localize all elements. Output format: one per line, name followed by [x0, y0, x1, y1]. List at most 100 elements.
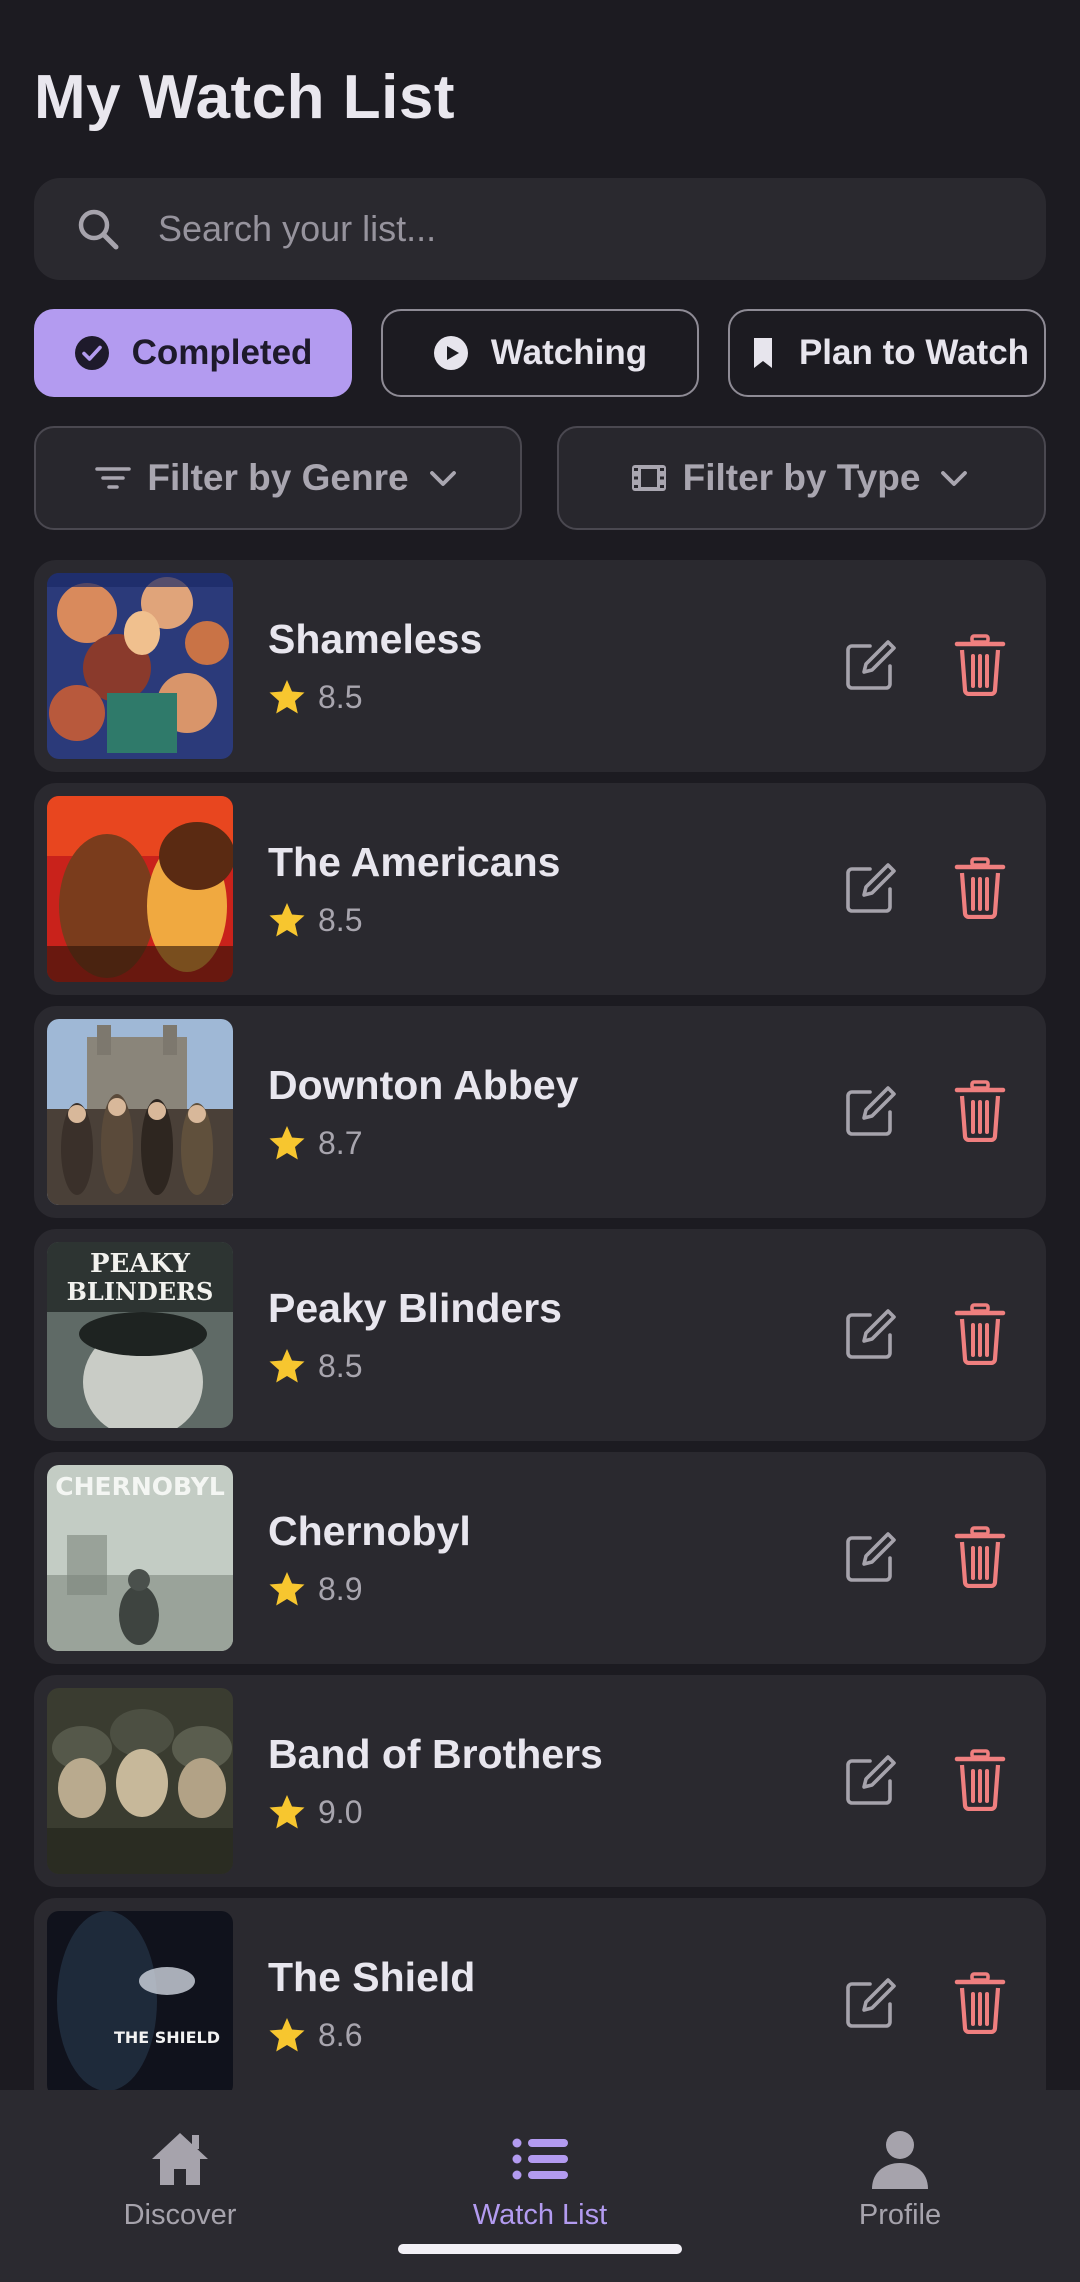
list-item[interactable]: Shameless 8.5 — [34, 560, 1046, 772]
item-title: Shameless — [268, 616, 483, 662]
rating-value: 8.5 — [318, 678, 363, 715]
star-icon — [269, 1349, 305, 1383]
list-item[interactable]: THE SHIELD The Shield 8.6 — [34, 1898, 1046, 2090]
watching-chip[interactable]: Watching — [381, 309, 699, 397]
list-item[interactable]: The Americans 8.5 — [34, 783, 1046, 995]
status-filter-row: Completed Watching Plan to Watch — [34, 309, 1046, 397]
item-rating: 8.5 — [268, 1347, 362, 1385]
rating-value: 8.5 — [318, 901, 363, 938]
plan-to-watch-chip-label: Plan to Watch — [798, 333, 1030, 372]
shield-title: THE SHIELD — [114, 2028, 220, 2047]
peaky-blinders-poster: PEAKY BLINDERS — [47, 1242, 233, 1428]
edit-icon[interactable] — [840, 1974, 900, 2034]
item-title: Band of Brothers — [268, 1731, 603, 1777]
item-title: Downton Abbey — [268, 1062, 579, 1108]
nav-profile-label: Profile — [858, 2198, 942, 2231]
trash-icon[interactable] — [954, 634, 1006, 696]
edit-icon[interactable] — [840, 636, 900, 696]
shameless-poster — [47, 573, 233, 759]
person-icon — [872, 2130, 928, 2189]
item-title: The Shield — [268, 1954, 476, 2000]
nav-watch-list-label: Watch List — [472, 2198, 608, 2231]
item-title: Chernobyl — [268, 1508, 471, 1554]
chevron-down-icon — [941, 471, 968, 486]
trash-icon[interactable] — [954, 1526, 1006, 1588]
search-icon — [78, 209, 119, 250]
peaky-title-line2: BLINDERS — [67, 1277, 214, 1306]
list-icon — [512, 2138, 568, 2179]
list-item[interactable]: Band of Brothers 9.0 — [34, 1675, 1046, 1887]
poster-image: THE SHIELD — [47, 1911, 233, 2090]
rating-value: 8.7 — [318, 1124, 363, 1161]
search-input[interactable] — [158, 194, 1046, 264]
trash-icon[interactable] — [954, 1972, 1006, 2034]
watching-chip-label: Watching — [490, 333, 648, 372]
type-filter-label: Filter by Type — [682, 457, 921, 498]
trash-icon[interactable] — [954, 1303, 1006, 1365]
trash-icon[interactable] — [954, 1749, 1006, 1811]
list-item[interactable]: CHERNOBYL Chernobyl 8.9 — [34, 1452, 1046, 1664]
completed-chip-label: Completed — [131, 333, 313, 372]
star-icon — [269, 2018, 305, 2052]
poster-image: CHERNOBYL — [47, 1465, 233, 1651]
list-item[interactable]: Downton Abbey 8.7 — [34, 1006, 1046, 1218]
downton-abbey-poster — [47, 1019, 233, 1205]
bookmark-icon — [753, 338, 772, 368]
item-rating: 8.5 — [268, 678, 362, 716]
trash-icon[interactable] — [954, 857, 1006, 919]
item-rating: 9.0 — [268, 1793, 362, 1831]
nav-profile[interactable]: Profile — [720, 2090, 1080, 2250]
chernobyl-title: CHERNOBYL — [55, 1472, 225, 1501]
nav-discover[interactable]: Discover — [0, 2090, 360, 2250]
film-icon — [631, 465, 666, 491]
item-rating: 8.5 — [268, 901, 362, 939]
poster-image — [47, 796, 233, 982]
edit-icon[interactable] — [840, 859, 900, 919]
poster-image — [47, 1019, 233, 1205]
edit-icon[interactable] — [840, 1528, 900, 1588]
item-rating: 8.9 — [268, 1570, 362, 1608]
genre-filter-dropdown[interactable]: Filter by Genre — [34, 426, 522, 530]
trash-icon[interactable] — [954, 1080, 1006, 1142]
poster-image: PEAKY BLINDERS — [47, 1242, 233, 1428]
star-icon — [269, 680, 305, 714]
star-icon — [269, 1572, 305, 1606]
star-icon — [269, 1126, 305, 1160]
type-filter-dropdown[interactable]: Filter by Type — [557, 426, 1046, 530]
check-circle-icon — [74, 336, 109, 370]
star-icon — [269, 1795, 305, 1829]
poster-image — [47, 573, 233, 759]
edit-icon[interactable] — [840, 1751, 900, 1811]
list-item[interactable]: PEAKY BLINDERS Peaky Blinders 8.5 — [34, 1229, 1046, 1441]
home-indicator — [398, 2244, 682, 2254]
chernobyl-poster: CHERNOBYL — [47, 1465, 233, 1651]
nav-watch-list[interactable]: Watch List — [360, 2090, 720, 2250]
rating-value: 8.9 — [318, 1570, 363, 1607]
watch-list: Shameless 8.5 The Americans 8.5 Downton … — [34, 560, 1046, 2090]
home-icon — [152, 2132, 208, 2185]
search-bar[interactable] — [34, 178, 1046, 280]
the-shield-poster: THE SHIELD — [47, 1911, 233, 2090]
filter-lines-icon — [95, 467, 132, 489]
genre-filter-label: Filter by Genre — [147, 457, 409, 498]
item-title: Peaky Blinders — [268, 1285, 562, 1331]
nav-discover-label: Discover — [123, 2198, 237, 2231]
star-icon — [269, 903, 305, 937]
filter-dropdown-row: Filter by Genre Filter by Type — [34, 426, 1046, 530]
item-rating: 8.6 — [268, 2016, 362, 2054]
page-title: My Watch List — [34, 63, 456, 132]
completed-chip[interactable]: Completed — [34, 309, 352, 397]
plan-to-watch-chip[interactable]: Plan to Watch — [728, 309, 1046, 397]
peaky-title-line1: PEAKY — [90, 1249, 190, 1279]
chevron-down-icon — [429, 471, 456, 486]
item-title: The Americans — [268, 839, 561, 885]
band-of-brothers-poster — [47, 1688, 233, 1874]
rating-value: 9.0 — [318, 1793, 363, 1830]
poster-image — [47, 1688, 233, 1874]
rating-value: 8.6 — [318, 2016, 363, 2053]
edit-icon[interactable] — [840, 1305, 900, 1365]
the-americans-poster — [47, 796, 233, 982]
rating-value: 8.5 — [318, 1347, 363, 1384]
item-rating: 8.7 — [268, 1124, 362, 1162]
edit-icon[interactable] — [840, 1082, 900, 1142]
